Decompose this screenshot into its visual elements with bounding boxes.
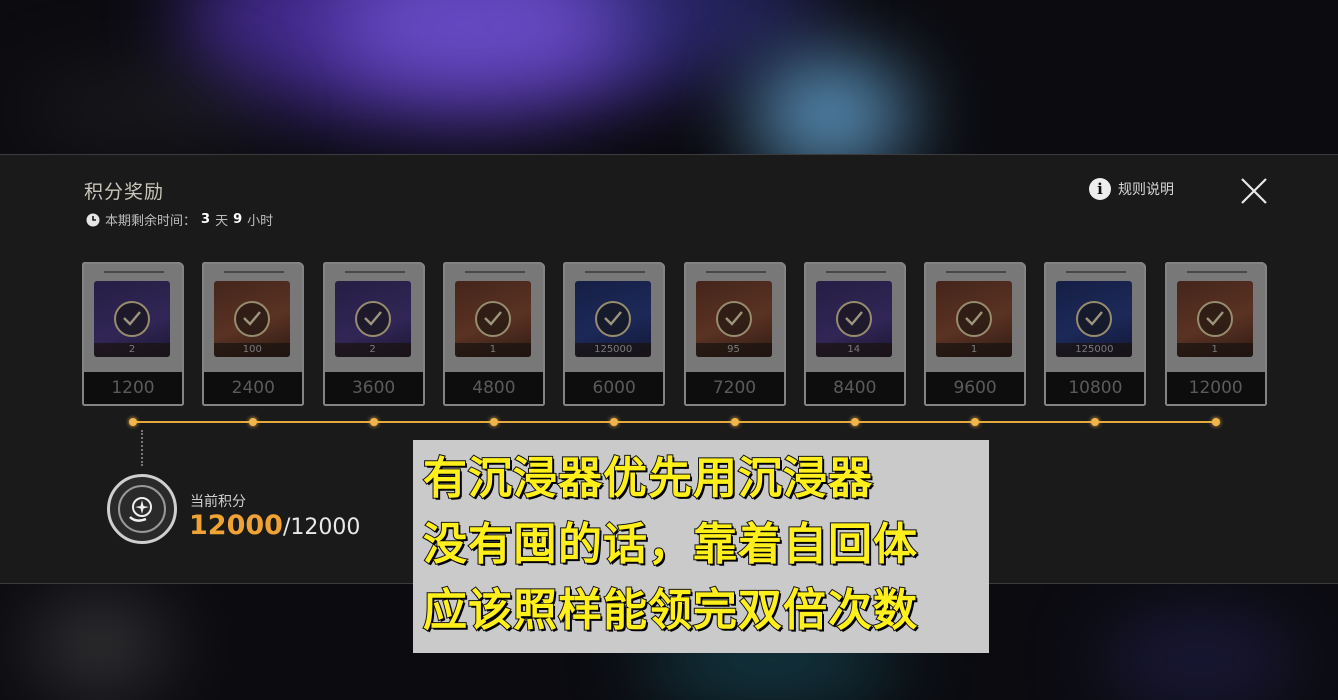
card-topline — [224, 271, 285, 273]
current-points-label: 当前积分 — [190, 494, 246, 510]
card-topline — [585, 271, 646, 273]
claimed-check-icon — [835, 301, 872, 337]
background-glow — [1100, 620, 1300, 700]
subtitle-caption: 有沉浸器优先用沉浸器 没有囤的话，靠着自回体 应该照样能领完双倍次数 — [413, 440, 989, 653]
panel-title: 积分奖励 — [84, 181, 165, 203]
reward-quantity: 100 — [214, 343, 291, 357]
reward-score: 1200 — [84, 372, 182, 404]
claimed-check-icon — [956, 301, 993, 337]
reward-quantity: 1 — [1176, 343, 1253, 357]
progress-connector — [141, 430, 145, 466]
reward-score: 9600 — [926, 372, 1025, 404]
time-prefix: 本期剩余时间： — [105, 214, 197, 229]
card-topline — [1066, 271, 1127, 273]
clock-icon — [86, 213, 100, 226]
card-topline — [1186, 271, 1247, 273]
claimed-check-icon — [1196, 301, 1233, 337]
info-icon: i — [1089, 178, 1111, 200]
days-unit: 天 — [215, 214, 229, 229]
progress-node — [129, 418, 137, 426]
reward-item-image: 125000 — [1056, 281, 1133, 357]
reward-score: 2400 — [204, 372, 303, 404]
reward-score: 6000 — [565, 372, 664, 404]
hours-unit: 小时 — [247, 214, 274, 229]
reward-item-image: 14 — [815, 281, 892, 357]
card-topline — [825, 271, 886, 273]
card-topline — [344, 271, 405, 273]
reward-card[interactable]: 125000 6000 — [563, 262, 666, 406]
reward-score: 8400 — [805, 372, 904, 404]
current-points: 12000 — [189, 510, 283, 541]
progress-node — [730, 418, 739, 426]
reward-item-image: 95 — [695, 281, 772, 357]
remaining-time: 本期剩余时间： 3 天 9 小时 — [86, 210, 273, 229]
reward-item-image: 1 — [936, 281, 1013, 357]
reward-quantity: 2 — [94, 343, 170, 357]
claimed-check-icon — [474, 301, 511, 337]
progress-node — [850, 418, 859, 426]
reward-card[interactable]: 2 1200 — [82, 262, 184, 406]
card-topline — [464, 271, 525, 273]
caption-line-1: 有沉浸器优先用沉浸器 — [422, 452, 873, 505]
reward-card[interactable]: 1 12000 — [1164, 262, 1267, 406]
reward-quantity: 1 — [454, 343, 531, 357]
caption-line-2: 没有囤的话，靠着自回体 — [422, 518, 918, 571]
days-value: 3 — [201, 212, 211, 227]
close-icon[interactable] — [1238, 175, 1270, 207]
reward-score: 12000 — [1166, 372, 1265, 404]
progress-node — [489, 418, 498, 426]
reward-card[interactable]: 1 9600 — [924, 262, 1027, 406]
card-topline — [946, 271, 1007, 273]
max-points: /12000 — [282, 515, 361, 540]
rules-button[interactable]: i 规则说明 — [1089, 178, 1174, 200]
reward-score: 4800 — [444, 372, 543, 404]
rules-label: 规则说明 — [1118, 182, 1174, 198]
current-points-value: 12000/12000 — [189, 510, 360, 541]
background-glow — [20, 80, 260, 140]
reward-quantity: 2 — [334, 343, 411, 357]
reward-card[interactable]: 95 7200 — [683, 262, 786, 406]
reward-item-image: 100 — [214, 281, 291, 357]
points-avatar — [107, 474, 177, 544]
reward-item-image: 2 — [94, 281, 170, 357]
reward-quantity: 95 — [695, 343, 772, 357]
reward-item-image: 2 — [334, 281, 411, 357]
reward-item-image: 1 — [1176, 281, 1253, 357]
reward-score: 3600 — [324, 372, 423, 404]
reward-card[interactable]: 1 4800 — [442, 262, 545, 406]
progress-track — [132, 421, 1216, 423]
card-topline — [104, 271, 164, 273]
card-topline — [705, 271, 766, 273]
claimed-check-icon — [1076, 301, 1113, 337]
reward-card[interactable]: 100 2400 — [202, 262, 305, 406]
progress-node — [369, 418, 378, 426]
reward-quantity: 14 — [815, 343, 892, 357]
reward-item-image: 1 — [454, 281, 531, 357]
reward-score: 7200 — [685, 372, 784, 404]
reward-quantity: 125000 — [1056, 343, 1133, 357]
claimed-check-icon — [234, 301, 271, 337]
claimed-check-icon — [354, 301, 391, 337]
reward-quantity: 125000 — [575, 343, 652, 357]
reward-item-image: 125000 — [575, 281, 652, 357]
reward-score: 10800 — [1046, 372, 1145, 404]
reward-card[interactable]: 14 8400 — [803, 262, 906, 406]
hours-value: 9 — [233, 212, 243, 227]
claimed-check-icon — [114, 301, 150, 337]
claimed-check-icon — [595, 301, 632, 337]
reward-quantity: 1 — [936, 343, 1013, 357]
caption-line-3: 应该照样能领完双倍次数 — [422, 584, 918, 637]
progress-node — [1211, 418, 1220, 426]
claimed-check-icon — [715, 301, 752, 337]
reward-card[interactable]: 2 3600 — [322, 262, 425, 406]
reward-card[interactable]: 125000 10800 — [1044, 262, 1147, 406]
emblem-icon — [129, 497, 152, 522]
